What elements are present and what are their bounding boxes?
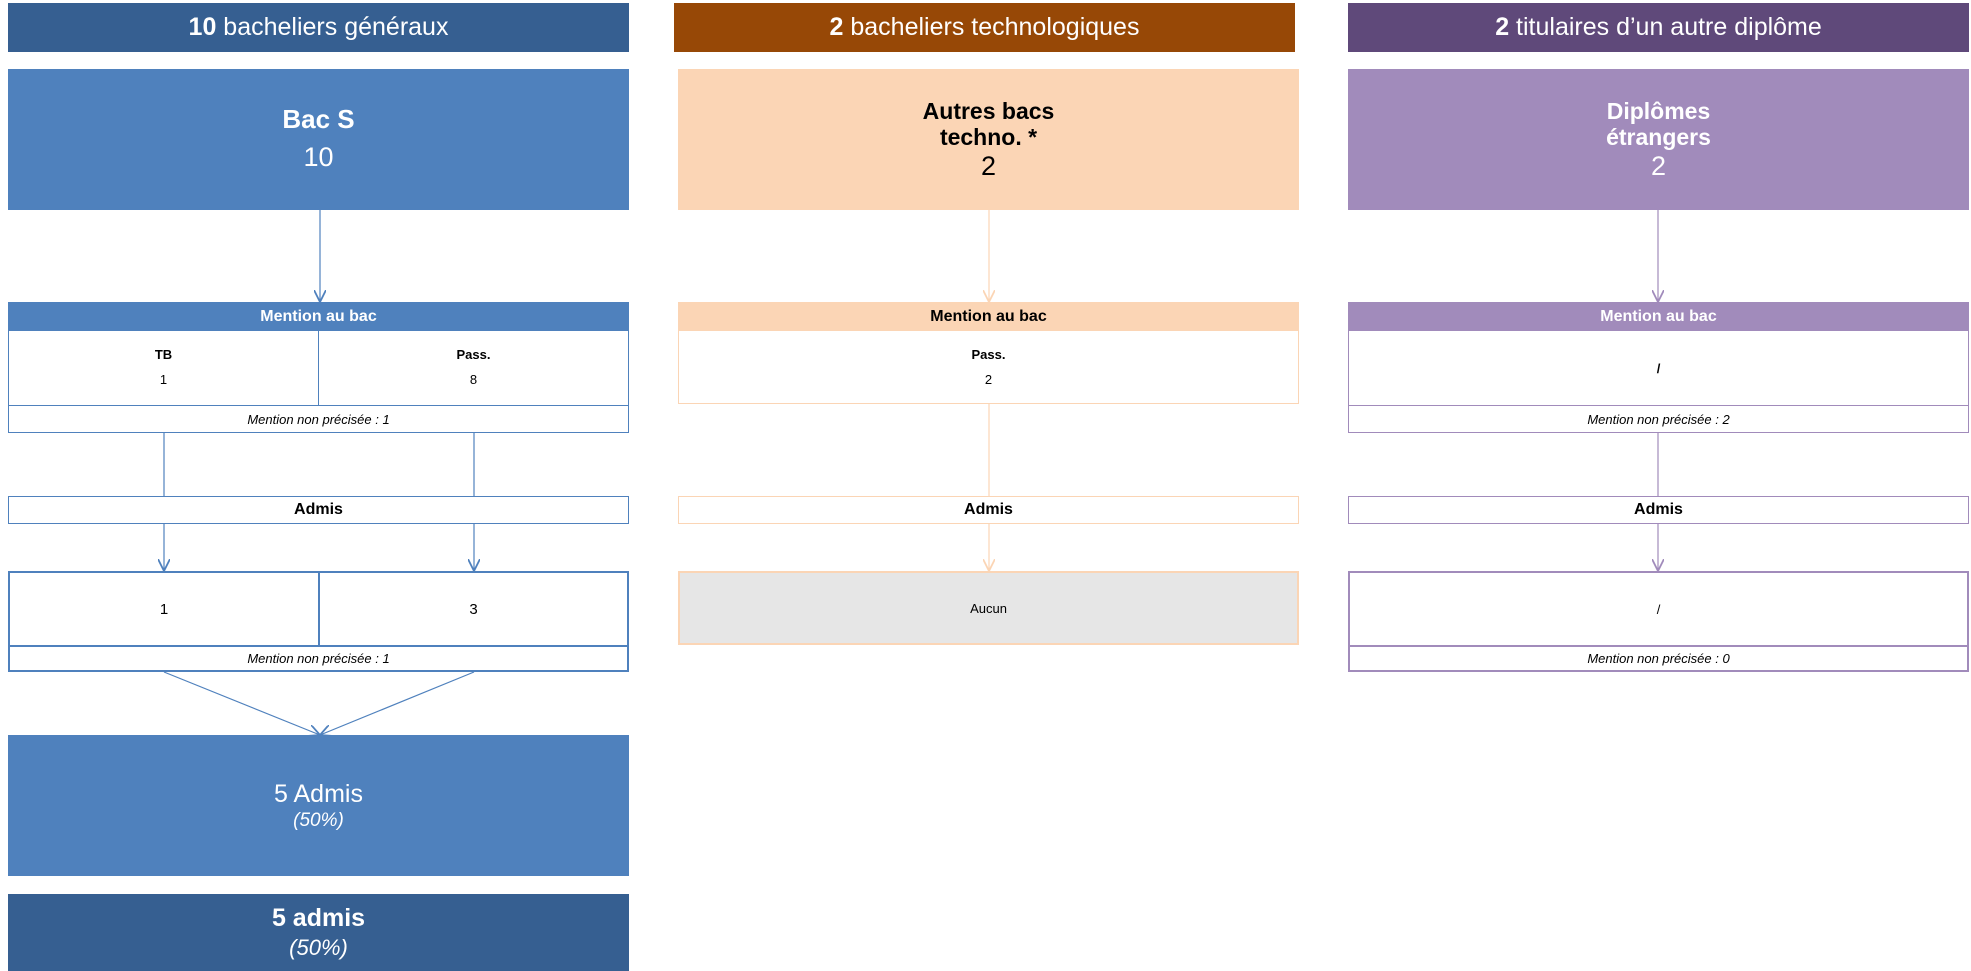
mention-non-precisee: Mention non précisée : 1 bbox=[9, 405, 628, 432]
mention-non-precisee: Mention non précisée : 2 bbox=[1349, 405, 1968, 432]
mention-slash: / bbox=[1656, 360, 1661, 376]
mention-cell-pass: Pass. 8 bbox=[319, 331, 628, 405]
admis-table: 1 3 Mention non précisée : 1 bbox=[8, 571, 629, 672]
arrow-merge-left bbox=[163, 671, 320, 735]
result-main: 5 Admis bbox=[274, 779, 363, 808]
result-box: 5 Admis (50%) bbox=[8, 735, 629, 876]
mention-tb-value: 1 bbox=[159, 372, 168, 387]
mention-cell-tb: TB 1 bbox=[9, 331, 319, 405]
header-bacheliers-technologiques: 2 bacheliers technologiques bbox=[674, 3, 1295, 52]
header-label: titulaires d’un autre diplôme bbox=[1509, 13, 1822, 41]
admis-label-box: Admis bbox=[1348, 496, 1969, 524]
result-aucun: Aucun bbox=[678, 571, 1299, 645]
header-count: 10 bbox=[188, 13, 217, 41]
mention-pass-label: Pass. bbox=[971, 347, 1006, 362]
box-value: 10 bbox=[303, 142, 334, 172]
box-autres-bacs-techno: Autres bacs techno. * 2 bbox=[678, 69, 1299, 210]
mention-table: Mention au bac / Mention non précisée : … bbox=[1348, 302, 1969, 433]
admis-cell-tb: 1 bbox=[10, 573, 320, 645]
mention-header: Mention au bac bbox=[9, 303, 628, 331]
box-value: 2 bbox=[980, 150, 997, 181]
mention-table: Mention au bac TB 1 Pass. 8 Mention non … bbox=[8, 302, 629, 433]
mention-pass-value: 8 bbox=[469, 372, 478, 387]
header-count: 2 bbox=[1495, 13, 1510, 41]
box-value: 2 bbox=[1650, 150, 1667, 181]
mention-tb-label: TB bbox=[154, 347, 173, 362]
box-title-line2: techno. * bbox=[939, 123, 1038, 150]
footer-pct: (50%) bbox=[289, 935, 348, 960]
admis-slash: / bbox=[1656, 601, 1661, 617]
mention-table: Mention au bac Pass. 2 bbox=[678, 302, 1299, 404]
footer-main: 5 admis bbox=[271, 904, 366, 932]
admis-table: / Mention non précisée : 0 bbox=[1348, 571, 1969, 672]
mention-header: Mention au bac bbox=[1349, 303, 1968, 331]
admis-cell-pass: 3 bbox=[469, 600, 478, 618]
header-label: bacheliers généraux bbox=[216, 13, 449, 41]
admis-label-box: Admis bbox=[8, 496, 629, 524]
box-title-line2: étrangers bbox=[1606, 123, 1711, 150]
mention-pass-value: 2 bbox=[984, 372, 993, 387]
mention-header: Mention au bac bbox=[679, 303, 1298, 331]
header-bacheliers-generaux: 10 bacheliers généraux bbox=[8, 3, 629, 52]
box-diplomes-etrangers: Diplômes étrangers 2 bbox=[1348, 69, 1969, 210]
header-titulaires-autre-diplome: 2 titulaires d’un autre diplôme bbox=[1348, 3, 1969, 52]
header-count: 2 bbox=[829, 13, 844, 41]
header-label: bacheliers technologiques bbox=[843, 13, 1140, 41]
box-bac-s: Bac S 10 bbox=[8, 69, 629, 210]
result-pct: (50%) bbox=[293, 809, 344, 831]
mention-pass-label: Pass. bbox=[456, 347, 491, 362]
box-title-line1: Diplômes bbox=[1606, 97, 1711, 124]
box-title: Bac S bbox=[282, 104, 355, 134]
admis-non-precisee: Mention non précisée : 0 bbox=[1350, 645, 1967, 670]
arrow-merge-right bbox=[320, 671, 475, 735]
admis-non-precisee: Mention non précisée : 1 bbox=[10, 645, 627, 670]
admis-label-box: Admis bbox=[678, 496, 1299, 524]
box-title-line1: Autres bacs bbox=[922, 97, 1055, 124]
footer-box: 5 admis (50%) bbox=[8, 894, 629, 971]
